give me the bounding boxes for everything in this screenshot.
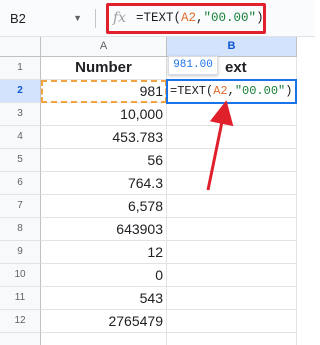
- edit-suffix: ): [285, 84, 293, 98]
- cell-b6[interactable]: [167, 172, 297, 195]
- cell-a13[interactable]: [41, 333, 167, 345]
- cell-a3[interactable]: 10,000: [41, 103, 167, 126]
- cell-b3[interactable]: [167, 103, 297, 126]
- cell-a1[interactable]: Number: [41, 57, 167, 80]
- cell-a5[interactable]: 56: [41, 149, 167, 172]
- cell-a4[interactable]: 453.783: [41, 126, 167, 149]
- formula-bar: B2 ▼ fx =TEXT(A2,"00.00"): [0, 0, 315, 37]
- cell-a12[interactable]: 2765479: [41, 310, 167, 333]
- select-all-corner[interactable]: [0, 37, 41, 57]
- cell-a9[interactable]: 12: [41, 241, 167, 264]
- formula-highlight-box: [106, 3, 266, 34]
- row-header-9[interactable]: 9: [0, 241, 41, 264]
- formula-result-preview: 981.00: [168, 56, 218, 75]
- cell-a11[interactable]: 543: [41, 287, 167, 310]
- row-header-2[interactable]: 2: [0, 80, 41, 103]
- edit-sep: ,: [227, 84, 235, 98]
- formula-bar-divider: [95, 9, 96, 28]
- row-header-7[interactable]: 7: [0, 195, 41, 218]
- cell-b7[interactable]: [167, 195, 297, 218]
- cell-a8[interactable]: 643903: [41, 218, 167, 241]
- row-header-4[interactable]: 4: [0, 126, 41, 149]
- name-box-value: B2: [10, 11, 26, 26]
- name-box[interactable]: B2 ▼: [8, 8, 84, 29]
- cell-b5[interactable]: [167, 149, 297, 172]
- row-header-6[interactable]: 6: [0, 172, 41, 195]
- row-header-3[interactable]: 3: [0, 103, 41, 126]
- row-header-10[interactable]: 10: [0, 264, 41, 287]
- active-cell-editor[interactable]: =TEXT(A2,"00.00"): [166, 79, 297, 104]
- edit-ref: A2: [213, 84, 228, 98]
- edit-prefix: =TEXT(: [170, 84, 214, 98]
- chevron-down-icon[interactable]: ▼: [73, 8, 82, 29]
- cell-b11[interactable]: [167, 287, 297, 310]
- cell-b12[interactable]: [167, 310, 297, 333]
- cell-a6[interactable]: 764.3: [41, 172, 167, 195]
- column-header-b[interactable]: B: [167, 37, 297, 57]
- cell-a7[interactable]: 6,578: [41, 195, 167, 218]
- edit-string: "00.00": [234, 84, 286, 98]
- row-header-11[interactable]: 11: [0, 287, 41, 310]
- cell-b9[interactable]: [167, 241, 297, 264]
- cell-b8[interactable]: [167, 218, 297, 241]
- row-header-5[interactable]: 5: [0, 149, 41, 172]
- row-header-8[interactable]: 8: [0, 218, 41, 241]
- cell-b10[interactable]: [167, 264, 297, 287]
- row-header-1[interactable]: 1: [0, 57, 41, 80]
- row-header-13[interactable]: [0, 333, 41, 345]
- cell-b13[interactable]: [167, 333, 297, 345]
- row-header-12[interactable]: 12: [0, 310, 41, 333]
- cell-b4[interactable]: [167, 126, 297, 149]
- copied-range-border: [41, 80, 167, 103]
- cell-a10[interactable]: 0: [41, 264, 167, 287]
- column-header-a[interactable]: A: [41, 37, 167, 57]
